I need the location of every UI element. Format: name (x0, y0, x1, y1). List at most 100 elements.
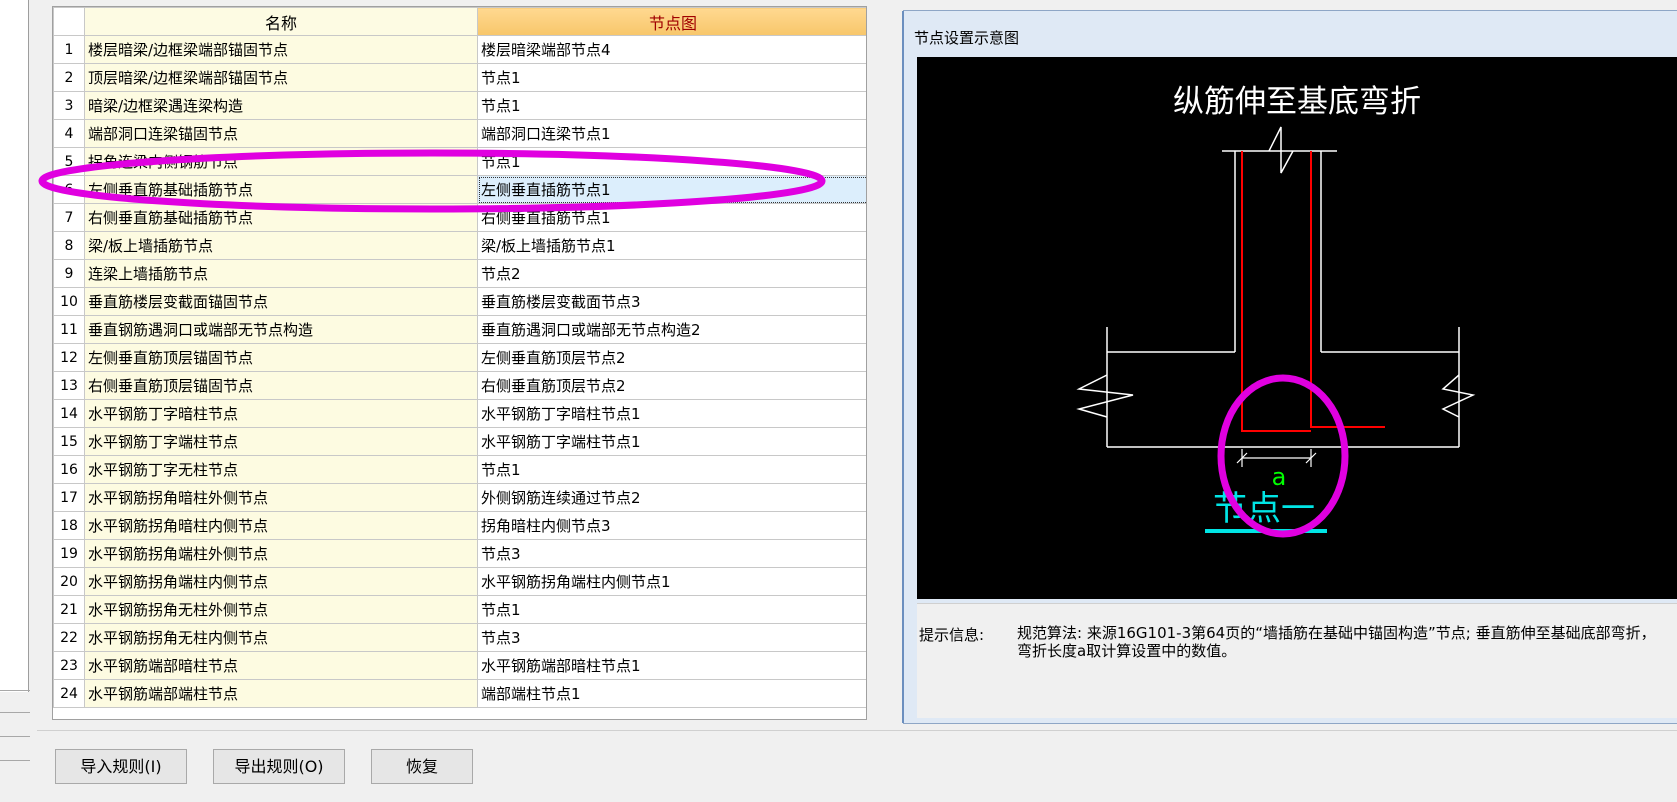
table-row[interactable]: 4 端部洞口连梁锚固节点 端部洞口连梁节点1 (53, 119, 866, 148)
table-row[interactable]: 11 垂直钢筋遇洞口或端部无节点构造 垂直筋遇洞口或端部无节点构造2 (53, 315, 866, 344)
footer-toolbar: 导入规则(I) 导出规则(O) 恢复 (37, 730, 1677, 802)
table-row[interactable]: 17 水平钢筋拐角暗柱外侧节点 外侧钢筋连续通过节点2 (53, 483, 866, 512)
row-index: 10 (53, 287, 85, 316)
table-row[interactable]: 3 暗梁/边框梁遇连梁构造 节点1 (53, 91, 866, 120)
node-diagram-canvas: 纵筋伸至基底弯折 a 节点一 (917, 57, 1677, 599)
row-node-cell[interactable]: 水平钢筋端部暗柱节点1 (477, 651, 866, 680)
table-row[interactable]: 24 水平钢筋端部端柱节点 端部端柱节点1 (53, 679, 866, 708)
row-node-cell[interactable]: 垂直筋楼层变截面节点3 (477, 287, 866, 316)
row-node-cell[interactable]: 端部端柱节点1 (477, 679, 866, 708)
row-node-cell[interactable]: 左侧垂直插筋节点1 (477, 175, 866, 204)
restore-button[interactable]: 恢复 (371, 749, 473, 784)
row-node-cell[interactable]: 水平钢筋丁字端柱节点1 (477, 427, 866, 456)
table-row[interactable]: 10 垂直筋楼层变截面锚固节点 垂直筋楼层变截面节点3 (53, 287, 866, 316)
node-settings-table[interactable]: 名称 节点图 1 楼层暗梁/边框梁端部锚固节点 楼层暗梁端部节点4 2 顶层暗梁/边框梁… (52, 6, 867, 720)
row-node-cell[interactable]: 节点2 (477, 259, 866, 288)
row-name-cell[interactable]: 水平钢筋拐角暗柱外侧节点 (84, 483, 478, 512)
table-row[interactable]: 8 梁/板上墙插筋节点 梁/板上墙插筋节点1 (53, 231, 866, 260)
table-row[interactable]: 18 水平钢筋拐角暗柱内侧节点 拐角暗柱内侧节点3 (53, 511, 866, 540)
table-row[interactable]: 5 拐角连梁内侧钢筋节点 节点1 (53, 147, 866, 176)
panel-title: 节点设置示意图 (914, 29, 1020, 47)
row-node-cell[interactable]: 节点1 (477, 91, 866, 120)
row-index: 16 (53, 455, 85, 484)
row-node-cell[interactable]: 拐角暗柱内侧节点3 (477, 511, 866, 540)
table-row[interactable]: 21 水平钢筋拐角无柱外侧节点 节点1 (53, 595, 866, 624)
row-index: 7 (53, 203, 85, 232)
row-index: 11 (53, 315, 85, 344)
row-name-cell[interactable]: 连梁上墙插筋节点 (84, 259, 478, 288)
row-node-cell[interactable]: 右侧垂直插筋节点1 (477, 203, 866, 232)
table-row[interactable]: 13 右侧垂直筋顶层锚固节点 右侧垂直筋顶层节点2 (53, 371, 866, 400)
table-row[interactable]: 7 右侧垂直筋基础插筋节点 右侧垂直插筋节点1 (53, 203, 866, 232)
hint-area: 提示信息: 规范算法: 来源16G101-3第64页的“墙插筋在基础中锚固构造”… (917, 603, 1677, 718)
row-index: 5 (53, 147, 85, 176)
row-node-cell[interactable]: 节点1 (477, 147, 866, 176)
row-name-cell[interactable]: 端部洞口连梁锚固节点 (84, 119, 478, 148)
row-name-cell[interactable]: 水平钢筋丁字端柱节点 (84, 427, 478, 456)
table-row[interactable]: 19 水平钢筋拐角端柱外侧节点 节点3 (53, 539, 866, 568)
row-name-cell[interactable]: 水平钢筋拐角无柱内侧节点 (84, 623, 478, 652)
table-row[interactable]: 2 顶层暗梁/边框梁端部锚固节点 节点1 (53, 63, 866, 92)
row-name-cell[interactable]: 左侧垂直筋基础插筋节点 (84, 175, 478, 204)
row-node-cell[interactable]: 端部洞口连梁节点1 (477, 119, 866, 148)
row-node-cell[interactable]: 节点1 (477, 455, 866, 484)
row-name-cell[interactable]: 水平钢筋丁字暗柱节点 (84, 399, 478, 428)
table-row[interactable]: 15 水平钢筋丁字端柱节点 水平钢筋丁字端柱节点1 (53, 427, 866, 456)
row-name-cell[interactable]: 水平钢筋端部端柱节点 (84, 679, 478, 708)
row-node-cell[interactable]: 节点3 (477, 623, 866, 652)
row-name-cell[interactable]: 左侧垂直筋顶层锚固节点 (84, 343, 478, 372)
row-name-cell[interactable]: 梁/板上墙插筋节点 (84, 231, 478, 260)
row-name-cell[interactable]: 顶层暗梁/边框梁端部锚固节点 (84, 63, 478, 92)
wall-outline (1076, 126, 1476, 448)
row-name-cell[interactable]: 水平钢筋端部暗柱节点 (84, 651, 478, 680)
export-rules-button[interactable]: 导出规则(O) (213, 749, 345, 784)
table-row[interactable]: 1 楼层暗梁/边框梁端部锚固节点 楼层暗梁端部节点4 (53, 35, 866, 64)
index-column-header (53, 7, 85, 36)
table-row[interactable]: 12 左侧垂直筋顶层锚固节点 左侧垂直筋顶层节点2 (53, 343, 866, 372)
row-node-cell[interactable]: 水平钢筋拐角端柱内侧节点1 (477, 567, 866, 596)
row-name-cell[interactable]: 垂直钢筋遇洞口或端部无节点构造 (84, 315, 478, 344)
row-name-cell[interactable]: 右侧垂直筋基础插筋节点 (84, 203, 478, 232)
row-node-cell[interactable]: 节点1 (477, 595, 866, 624)
import-rules-button[interactable]: 导入规则(I) (55, 749, 187, 784)
table-row[interactable]: 23 水平钢筋端部暗柱节点 水平钢筋端部暗柱节点1 (53, 651, 866, 680)
row-node-cell[interactable]: 水平钢筋丁字暗柱节点1 (477, 399, 866, 428)
node-diagram-panel: 节点设置示意图 纵筋伸至基底弯折 a 节点一 提示信息: 规范算法: 来源16G… (902, 10, 1677, 724)
row-node-cell[interactable]: 左侧垂直筋顶层节点2 (477, 343, 866, 372)
table-row[interactable]: 16 水平钢筋丁字无柱节点 节点1 (53, 455, 866, 484)
table-row[interactable]: 22 水平钢筋拐角无柱内侧节点 节点3 (53, 623, 866, 652)
dimension-label: a (1272, 463, 1287, 491)
table-row[interactable]: 14 水平钢筋丁字暗柱节点 水平钢筋丁字暗柱节点1 (53, 399, 866, 428)
row-index: 9 (53, 259, 85, 288)
row-name-cell[interactable]: 水平钢筋拐角端柱外侧节点 (84, 539, 478, 568)
row-index: 4 (53, 119, 85, 148)
name-column-header[interactable]: 名称 (84, 7, 478, 36)
row-name-cell[interactable]: 水平钢筋丁字无柱节点 (84, 455, 478, 484)
node-diagram-column-header[interactable]: 节点图 (477, 7, 866, 36)
row-name-cell[interactable]: 垂直筋楼层变截面锚固节点 (84, 287, 478, 316)
table-row[interactable]: 6 左侧垂直筋基础插筋节点 左侧垂直插筋节点1 (53, 175, 866, 204)
row-node-cell[interactable]: 外侧钢筋连续通过节点2 (477, 483, 866, 512)
row-name-cell[interactable]: 水平钢筋拐角暗柱内侧节点 (84, 511, 478, 540)
table-row[interactable]: 20 水平钢筋拐角端柱内侧节点 水平钢筋拐角端柱内侧节点1 (53, 567, 866, 596)
row-index: 17 (53, 483, 85, 512)
row-index: 18 (53, 511, 85, 540)
row-name-cell[interactable]: 暗梁/边框梁遇连梁构造 (84, 91, 478, 120)
row-name-cell[interactable]: 楼层暗梁/边框梁端部锚固节点 (84, 35, 478, 64)
row-index: 8 (53, 231, 85, 260)
row-index: 23 (53, 651, 85, 680)
row-name-cell[interactable]: 水平钢筋拐角无柱外侧节点 (84, 595, 478, 624)
table-row[interactable]: 9 连梁上墙插筋节点 节点2 (53, 259, 866, 288)
row-index: 22 (53, 623, 85, 652)
row-node-cell[interactable]: 楼层暗梁端部节点4 (477, 35, 866, 64)
row-name-cell[interactable]: 右侧垂直筋顶层锚固节点 (84, 371, 478, 400)
row-node-cell[interactable]: 右侧垂直筋顶层节点2 (477, 371, 866, 400)
row-node-cell[interactable]: 节点1 (477, 63, 866, 92)
row-node-cell[interactable]: 垂直筋遇洞口或端部无节点构造2 (477, 315, 866, 344)
row-name-cell[interactable]: 拐角连梁内侧钢筋节点 (84, 147, 478, 176)
row-name-cell[interactable]: 水平钢筋拐角端柱内侧节点 (84, 567, 478, 596)
row-index: 19 (53, 539, 85, 568)
row-node-cell[interactable]: 梁/板上墙插筋节点1 (477, 231, 866, 260)
row-node-cell[interactable]: 节点3 (477, 539, 866, 568)
row-index: 2 (53, 63, 85, 92)
